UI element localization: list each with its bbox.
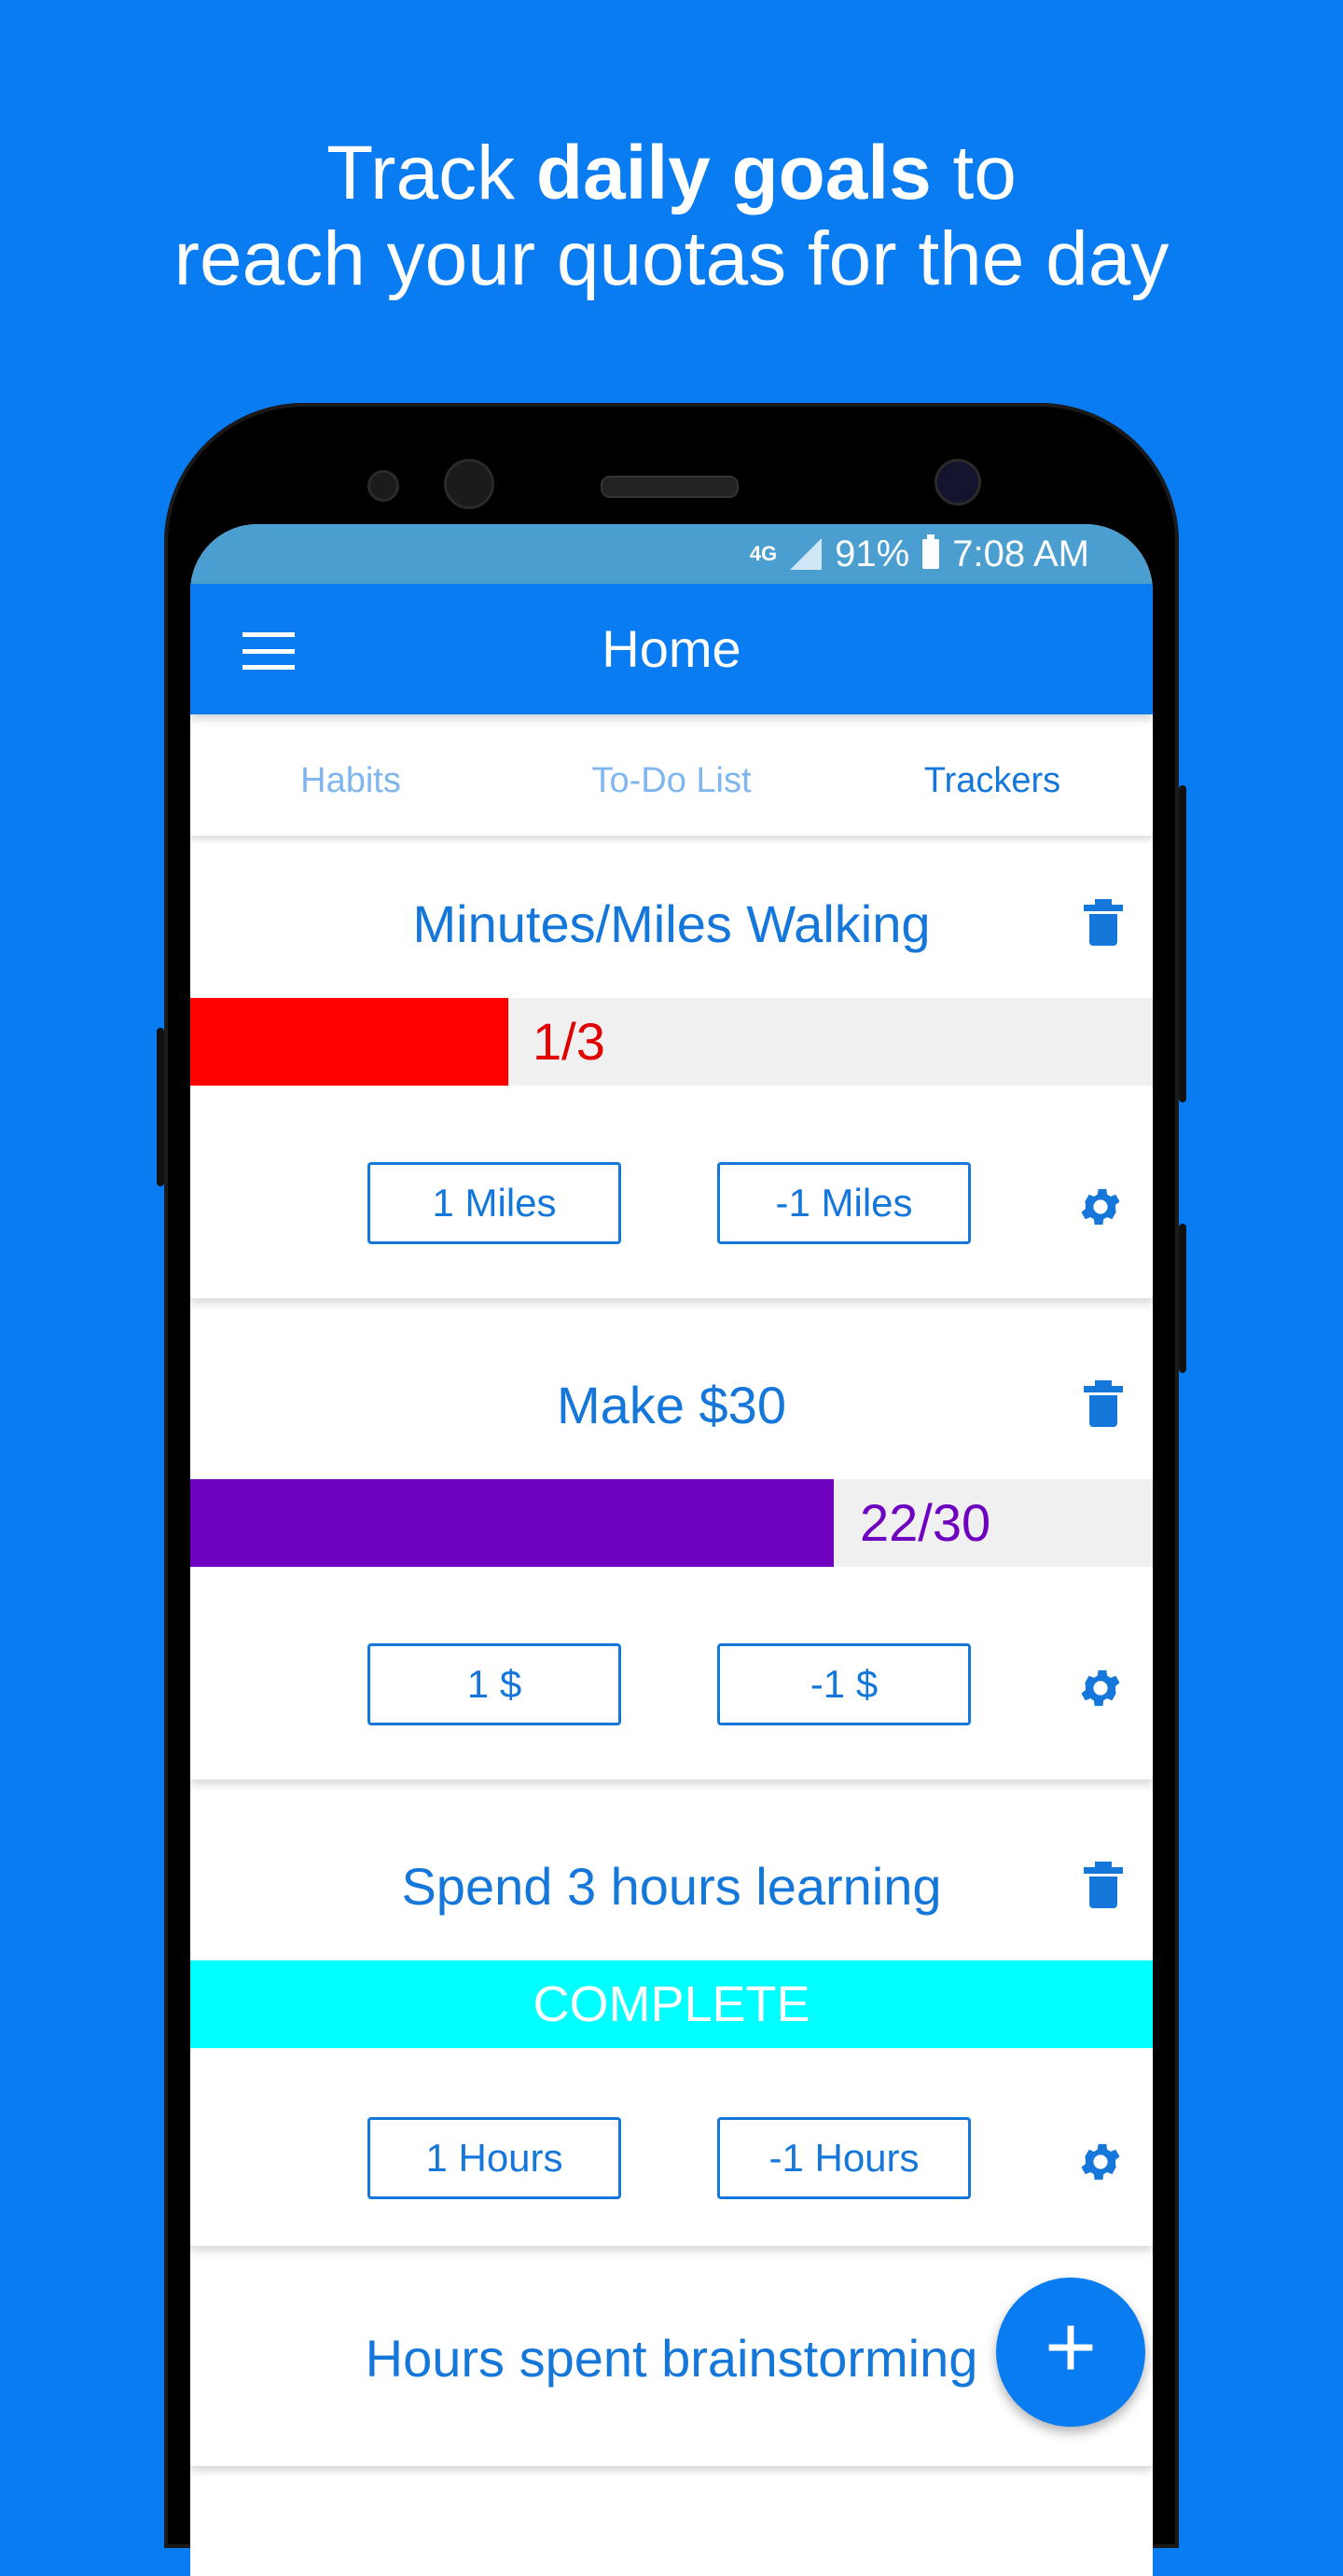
trash-icon[interactable] — [1084, 1862, 1123, 1908]
battery-icon — [922, 534, 940, 569]
phone-frame: 4G 91% 7:08 AM Home Habits To-Do List Tr… — [157, 403, 1186, 2576]
gear-icon[interactable] — [1076, 2138, 1125, 2186]
tracker-title: Spend 3 hours learning — [401, 1857, 942, 1916]
trash-icon[interactable] — [1084, 1380, 1123, 1427]
phone-side-button — [1179, 785, 1186, 1102]
progress-label: 22/30 — [860, 1493, 991, 1552]
network-indicator: 4G — [749, 542, 778, 565]
decrement-button[interactable]: -1 Miles — [717, 1162, 971, 1244]
proximity-sensor — [367, 470, 399, 502]
tracker-controls: 1 $ -1 $ — [190, 1567, 1153, 1780]
progress-bar: 22/30 — [190, 1479, 1153, 1567]
gear-icon[interactable] — [1076, 1664, 1125, 1712]
decrement-button[interactable]: -1 Hours — [717, 2117, 971, 2199]
tracker-card: Make $30 22/30 1 $ -1 $ — [190, 1332, 1153, 1780]
gear-icon[interactable] — [1076, 1183, 1125, 1231]
complete-banner: COMPLETE — [190, 1960, 1153, 2048]
tab-bar: Habits To-Do List Trackers — [190, 726, 1153, 836]
tracker-controls: 1 Hours -1 Hours — [190, 2048, 1153, 2246]
headline-line-2: reach your quotas for the day — [173, 216, 1170, 301]
app-bar: Home — [190, 584, 1153, 714]
headline-line-1: Track daily goals to — [326, 131, 1017, 215]
earpiece-speaker — [601, 476, 739, 498]
decrement-button[interactable]: -1 $ — [717, 1643, 971, 1725]
app-screen: 4G 91% 7:08 AM Home Habits To-Do List Tr… — [190, 524, 1153, 2576]
progress-label: 1/3 — [533, 1012, 605, 1071]
status-bar: 4G 91% 7:08 AM — [190, 524, 1153, 584]
promo-headline: Track daily goals to reach your quotas f… — [0, 131, 1343, 302]
signal-icon — [790, 538, 823, 570]
battery-percent: 91% — [835, 533, 910, 575]
tab-habits[interactable]: Habits — [190, 761, 511, 801]
phone-side-button — [1179, 1224, 1186, 1373]
tab-todo-list[interactable]: To-Do List — [511, 761, 832, 801]
phone-side-button — [157, 1028, 164, 1186]
progress-bar: 1/3 — [190, 998, 1153, 1086]
add-tracker-button[interactable]: + — [996, 2278, 1145, 2427]
iris-scanner — [935, 459, 981, 506]
trash-icon[interactable] — [1084, 899, 1123, 946]
tracker-controls: 1 Miles -1 Miles — [190, 1086, 1153, 1298]
tab-trackers[interactable]: Trackers — [832, 761, 1153, 801]
clock: 7:08 AM — [952, 533, 1089, 575]
page-title: Home — [602, 619, 741, 678]
tracker-title: Minutes/Miles Walking — [412, 894, 931, 953]
tracker-title: Make $30 — [557, 1376, 786, 1434]
front-camera — [444, 459, 494, 509]
tracker-card: Spend 3 hours learning COMPLETE 1 Hours … — [190, 1813, 1153, 2246]
increment-button[interactable]: 1 Miles — [367, 1162, 621, 1244]
progress-fill — [190, 998, 508, 1086]
increment-button[interactable]: 1 $ — [367, 1643, 621, 1725]
increment-button[interactable]: 1 Hours — [367, 2117, 621, 2199]
progress-fill — [190, 1479, 834, 1567]
tracker-card: Minutes/Miles Walking 1/3 1 Miles -1 Mil… — [190, 851, 1153, 1298]
